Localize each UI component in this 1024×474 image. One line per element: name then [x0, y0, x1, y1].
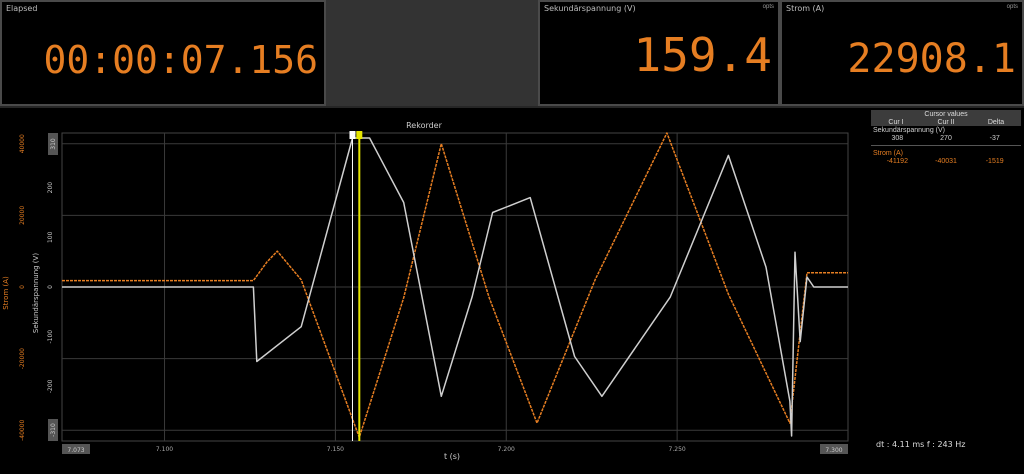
- voltage-title: Sekundärspannung (V): [544, 4, 636, 13]
- right-tick-label: 0: [47, 285, 54, 289]
- elapsed-panel: Elapsed 00:00:07.156: [0, 0, 326, 106]
- left-tick-label: 40000: [19, 134, 26, 153]
- voltage-panel: Sekundärspannung (V) opts 159.4: [538, 0, 780, 106]
- cursor-handle-2: [356, 131, 363, 139]
- left-tick-label: -20000: [19, 348, 26, 369]
- x-range-end-label: 7.300: [825, 447, 842, 454]
- left-tick-label: 0: [19, 285, 26, 289]
- x-range-start-label: 7.073: [67, 447, 84, 454]
- voltage-options-button[interactable]: opts: [763, 4, 774, 10]
- cursor-values-table: Cursor values Cur I Cur II Delta Sekundä…: [871, 110, 1021, 165]
- y-range-bottom-label: -310: [50, 423, 57, 437]
- cursor-readout: dt : 4.11 ms f : 243 Hz: [876, 440, 966, 449]
- right-tick-label: -100: [47, 330, 54, 344]
- elapsed-title: Elapsed: [6, 4, 38, 13]
- right-axis-label: Sekundärspannung (V): [32, 253, 40, 333]
- x-tick-label: 7.200: [498, 446, 515, 453]
- voltage-cur-1: 308: [891, 135, 904, 142]
- empty-panel: [326, 0, 538, 106]
- current-group-label: Strom (A): [873, 150, 903, 157]
- x-tick-label: 7.150: [327, 446, 344, 453]
- left-axis-label: Strom (A): [2, 276, 10, 310]
- column-delta: Delta: [987, 119, 1005, 126]
- y-range-top-label: 310: [50, 138, 57, 150]
- left-tick-label: 20000: [19, 206, 26, 225]
- elapsed-value: 00:00:07.156: [43, 38, 318, 82]
- column-cur-1: Cur I: [888, 119, 904, 126]
- voltage-row: 308 270 -37: [871, 135, 1021, 142]
- current-panel: Strom (A) opts 22908.1: [780, 0, 1024, 106]
- x-tick-label: 7.250: [669, 446, 686, 453]
- series-current-line: [62, 132, 848, 439]
- voltage-cur-2: 270: [940, 135, 952, 142]
- current-cur-1: -41192: [886, 158, 908, 165]
- current-value: 22908.1: [847, 36, 1016, 82]
- current-row: -41192 -40031 -1519: [871, 158, 1021, 165]
- cursor-values-columns: Cur I Cur II Delta: [871, 119, 1021, 126]
- cursor-handle-1: [349, 131, 356, 139]
- voltage-value: 159.4: [633, 28, 772, 82]
- chart-title: Rekorder: [406, 121, 443, 130]
- current-cur-2: -40031: [935, 158, 957, 165]
- current-options-button[interactable]: opts: [1007, 4, 1018, 10]
- recorder-chart[interactable]: Rekorder t (s) Strom (A) Sekundärspannun…: [0, 108, 868, 474]
- right-tick-label: 200: [47, 182, 54, 194]
- x-axis-label: t (s): [444, 452, 460, 461]
- cursor-values-title: Cursor values: [871, 110, 1021, 119]
- right-tick-label: 100: [47, 231, 54, 243]
- current-delta: -1519: [985, 158, 1004, 165]
- voltage-delta: -37: [989, 135, 1000, 142]
- right-tick-label: -200: [47, 379, 54, 393]
- current-title: Strom (A): [786, 4, 825, 13]
- voltage-group-label: Sekundärspannung (V): [873, 127, 945, 134]
- x-tick-label: 7.100: [156, 446, 173, 453]
- left-tick-label: -40000: [19, 419, 26, 440]
- column-cur-2: Cur II: [937, 119, 955, 126]
